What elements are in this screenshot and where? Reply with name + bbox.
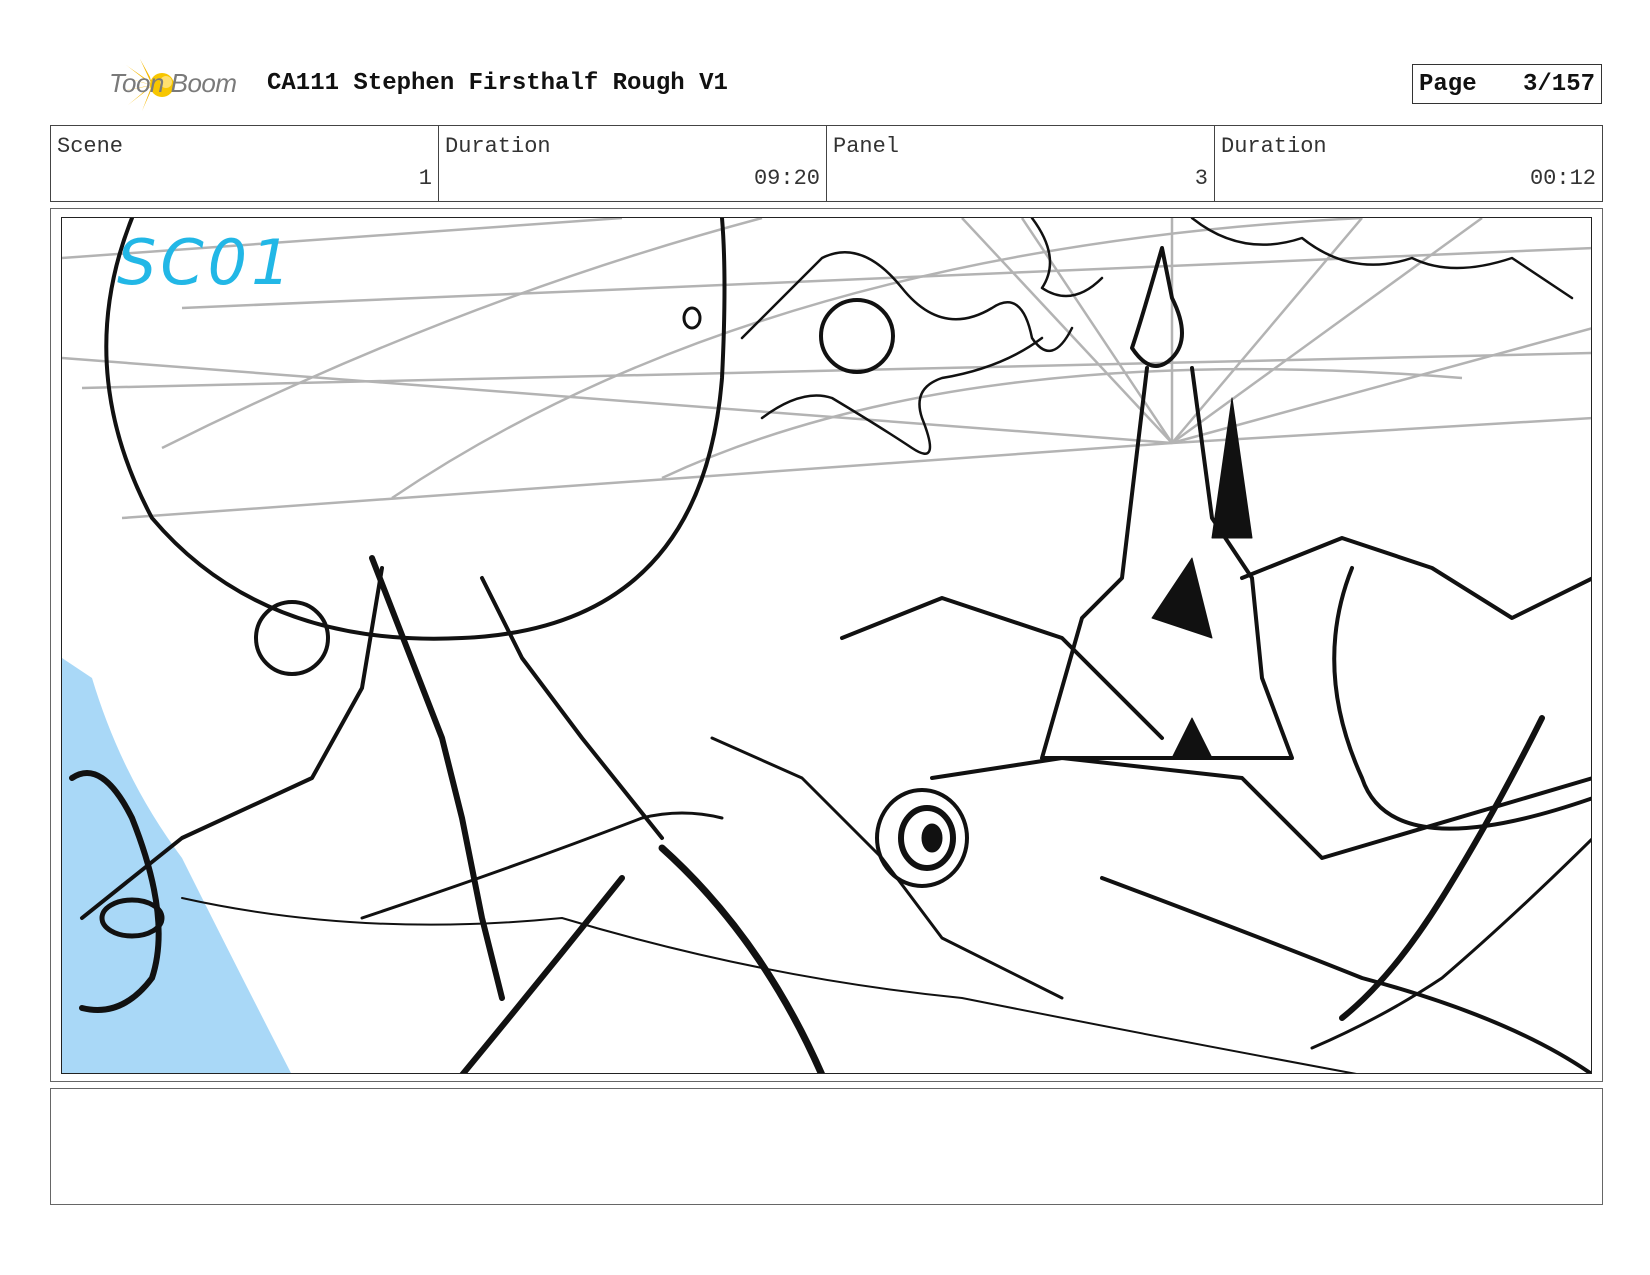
scene-cell: Scene 1 [51,126,439,201]
page-number: 3/157 [1522,70,1595,98]
panel-label: Panel [833,134,900,159]
scene-duration-cell: Duration 09:20 [439,126,827,201]
document-title: CA111 Stephen Firsthalf Rough V1 [267,70,728,97]
panel-duration-value: 00:12 [1529,166,1596,191]
scene-value: 1 [418,166,432,191]
panel-notes-box[interactable] [50,1088,1603,1205]
panel-duration-cell: Duration 00:12 [1215,126,1602,201]
scene-annotation: SC01 [117,226,295,299]
panel-duration-label: Duration [1221,134,1327,159]
scene-label: Scene [57,134,124,159]
panel-sketch [62,218,1591,1073]
panel-cell: Panel 3 [827,126,1215,201]
scene-duration-value: 09:20 [753,166,820,191]
scene-duration-label: Duration [445,134,551,159]
page-label: Page [1419,70,1477,98]
panel-value: 3 [1194,166,1208,191]
storyboard-panel[interactable]: SC01 [61,217,1592,1074]
logo-text: Toon Boom [109,68,237,98]
panel-info-row: Scene 1 Duration 09:20 Panel 3 Duration … [50,125,1603,202]
page-indicator: Page 3/157 [1412,64,1602,104]
